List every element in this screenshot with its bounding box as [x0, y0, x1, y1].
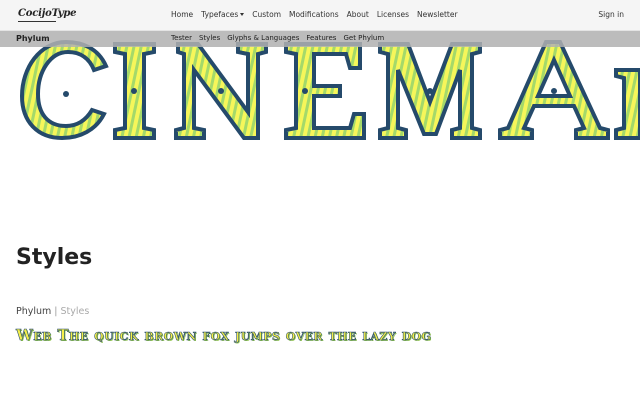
breadcrumb-family: Phylum: [16, 306, 52, 317]
nav-modifications[interactable]: Modifications: [289, 10, 339, 19]
nav-home[interactable]: Home: [171, 10, 193, 19]
subnav-links: Tester Styles Glyphs & Languages Feature…: [171, 34, 384, 42]
breadcrumb: Phylum | Styles: [16, 306, 89, 317]
sub-navbar: Phylum Tester Styles Glyphs & Languages …: [0, 31, 640, 47]
breadcrumb-separator: |: [54, 306, 58, 317]
nav-typefaces[interactable]: Typefaces: [201, 10, 245, 19]
subnav-brand[interactable]: Phylum: [16, 34, 50, 43]
nav-newsletter[interactable]: Newsletter: [417, 10, 458, 19]
nav-licenses[interactable]: Licenses: [377, 10, 409, 19]
caret-down-icon: [240, 13, 245, 16]
sign-in-link[interactable]: Sign in: [598, 10, 624, 19]
top-navbar: CocijoType Home Typefaces Custom Modific…: [0, 0, 640, 31]
nav-modifications-label: Modifications: [289, 10, 339, 19]
nav-custom-label: Custom: [252, 10, 281, 19]
brand-logo[interactable]: CocijoType: [18, 8, 77, 19]
breadcrumb-section: Styles: [60, 306, 90, 317]
nav-about-label: About: [346, 10, 369, 19]
subnav-styles[interactable]: Styles: [199, 34, 220, 42]
nav-about[interactable]: About: [347, 10, 369, 19]
nav-typefaces-label: Typefaces: [201, 10, 239, 19]
subnav-tester[interactable]: Tester: [171, 34, 192, 42]
subnav-glyphs[interactable]: Glyphs & Languages: [227, 34, 299, 42]
subnav-get-phylum[interactable]: Get Phylum: [343, 34, 384, 42]
nav-licenses-label: Licenses: [376, 10, 409, 19]
main-nav: Home Typefaces Custom Modifications Abou…: [171, 10, 458, 19]
nav-home-label: Home: [171, 10, 194, 19]
subnav-features[interactable]: Features: [306, 34, 336, 42]
logo-underline: [18, 21, 56, 22]
style-sample-text: Web The quick brown fox jumps over the l…: [16, 326, 432, 345]
nav-newsletter-label: Newsletter: [417, 10, 458, 19]
nav-custom[interactable]: Custom: [252, 10, 281, 19]
section-title: Styles: [16, 245, 93, 270]
